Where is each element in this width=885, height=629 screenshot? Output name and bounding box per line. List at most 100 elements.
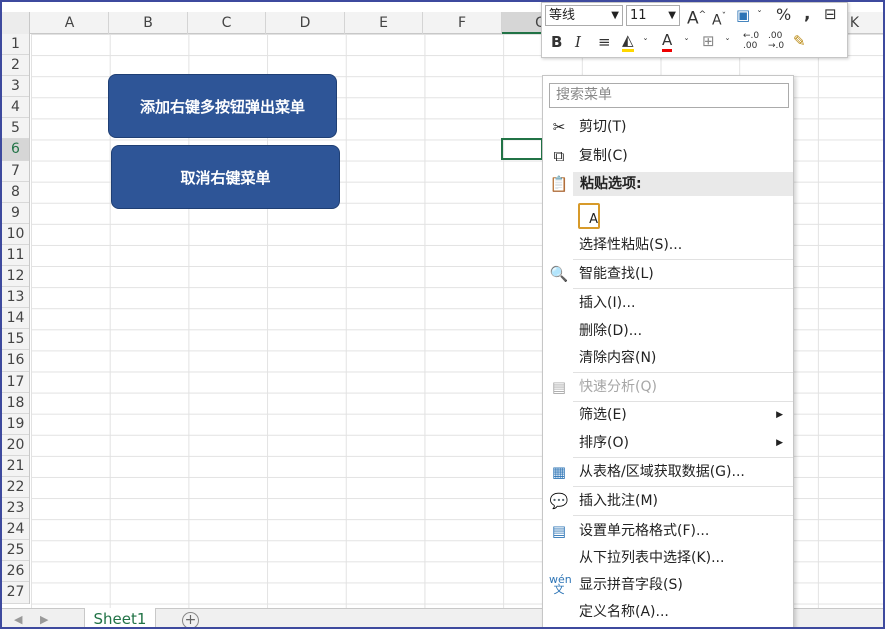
menu-item-cut[interactable]: ✂ 剪切(T) xyxy=(543,115,793,139)
add-sheet-icon[interactable]: + xyxy=(182,612,199,627)
menu-search-input[interactable]: 搜索菜单 xyxy=(549,83,789,108)
comma-style-icon[interactable]: , xyxy=(804,5,810,23)
row-header[interactable]: 11 xyxy=(2,245,29,267)
row-header[interactable]: 26 xyxy=(2,561,29,583)
row-header[interactable]: 5 xyxy=(2,118,29,140)
menu-item-show-phonetic[interactable]: wén 文显示拼音字段(S) xyxy=(543,573,793,597)
column-header-a[interactable]: A xyxy=(31,12,109,34)
active-cell-g6[interactable] xyxy=(501,138,543,160)
format-painter-icon[interactable]: ✎ xyxy=(793,32,806,50)
menu-item-sort[interactable]: 排序(O) ▶ xyxy=(543,431,793,455)
fill-color-icon[interactable]: ◭ xyxy=(622,31,634,52)
menu-separator xyxy=(573,486,793,487)
chevron-down-icon[interactable]: ˇ xyxy=(643,35,648,53)
increase-decimal-icon[interactable]: ←.0.00 xyxy=(743,31,759,51)
row-header[interactable]: 1 xyxy=(2,34,29,56)
accounting-format-icon[interactable]: ▣ xyxy=(736,6,750,24)
font-name-select[interactable]: 等线 ▼ xyxy=(545,5,623,26)
menu-item-paste-special[interactable]: 选择性粘贴(S)... xyxy=(543,233,793,257)
menu-item-label: 粘贴选项: xyxy=(580,176,642,192)
row-header[interactable]: 10 xyxy=(2,224,29,245)
copy-icon: ⧉ xyxy=(553,147,565,165)
font-name-value: 等线 xyxy=(549,8,576,23)
merge-center-icon[interactable]: ⊟ xyxy=(824,5,837,23)
menu-item-format-cells[interactable]: ▤ 设置单元格格式(F)... xyxy=(543,519,793,543)
decrease-font-icon[interactable]: Aˇ xyxy=(712,8,726,30)
row-header[interactable]: 21 xyxy=(2,456,29,477)
prev-sheet-icon[interactable]: ◀ xyxy=(14,613,22,626)
menu-item-copy[interactable]: ⧉ 复制(C) xyxy=(543,144,793,168)
mini-toolbar: 等线 ▼ 11 ▼ A^ Aˇ ▣ ˇ % , ⊟ B I ≡ ◭ ˇ A ˇ ⊞ … xyxy=(541,2,848,58)
row-header[interactable]: 17 xyxy=(2,372,29,393)
paste-text-only-icon[interactable]: A xyxy=(578,203,600,229)
menu-item-insert[interactable]: 插入(I)... xyxy=(543,291,793,315)
menu-item-get-data-from-table[interactable]: ▦ 从表格/区域获取数据(G)... xyxy=(543,460,793,484)
chevron-down-icon[interactable]: ˇ xyxy=(725,35,730,53)
row-header[interactable]: 14 xyxy=(2,308,29,330)
row-header[interactable]: 20 xyxy=(2,435,29,456)
row-header[interactable]: 18 xyxy=(2,393,29,414)
smart-lookup-icon: 🔍 xyxy=(549,265,569,283)
menu-separator xyxy=(573,288,793,289)
align-center-icon[interactable]: ≡ xyxy=(598,33,611,51)
row-header[interactable]: 7 xyxy=(2,161,29,182)
submenu-arrow-icon: ▶ xyxy=(776,410,783,420)
menu-separator xyxy=(573,401,793,402)
chevron-down-icon: ▼ xyxy=(611,10,619,21)
row-header[interactable]: 8 xyxy=(2,182,29,203)
menu-item-label: 快速分析(Q) xyxy=(579,379,657,395)
row-header[interactable]: 15 xyxy=(2,329,29,351)
menu-item-label: 从表格/区域获取数据(G)... xyxy=(579,464,745,480)
font-size-value: 11 xyxy=(630,8,647,23)
row-header[interactable]: 2 xyxy=(2,55,29,77)
chevron-down-icon[interactable]: ˇ xyxy=(757,7,762,25)
column-header-c[interactable]: C xyxy=(188,12,266,34)
column-header-d[interactable]: D xyxy=(266,12,345,34)
next-sheet-icon[interactable]: ▶ xyxy=(40,613,48,626)
menu-item-filter[interactable]: 筛选(E) ▶ xyxy=(543,403,793,427)
menu-item-label: 选择性粘贴(S)... xyxy=(579,237,683,253)
row-header[interactable]: 9 xyxy=(2,203,29,224)
row-header[interactable]: 13 xyxy=(2,287,29,309)
column-header-f[interactable]: F xyxy=(423,12,502,34)
menu-item-label: 清除内容(N) xyxy=(579,350,657,366)
menu-item-insert-comment[interactable]: 💬 插入批注(M) xyxy=(543,489,793,513)
select-all-corner[interactable] xyxy=(2,12,30,34)
increase-font-icon[interactable]: A^ xyxy=(687,6,706,28)
comment-icon: 💬 xyxy=(549,492,569,510)
column-header-b[interactable]: B xyxy=(109,12,188,34)
menu-item-define-name[interactable]: 定义名称(A)... xyxy=(543,600,793,624)
row-header[interactable]: 24 xyxy=(2,519,29,541)
context-menu: 搜索菜单 ✂ 剪切(T) ⧉ 复制(C) 📋 粘贴选项: A 选择性粘贴(S)...… xyxy=(542,75,794,627)
row-header[interactable]: 27 xyxy=(2,582,29,604)
menu-separator xyxy=(573,457,793,458)
decrease-decimal-icon[interactable]: .00 →.0 xyxy=(768,31,784,51)
row-header[interactable]: 22 xyxy=(2,477,29,499)
menu-item-delete[interactable]: 删除(D)... xyxy=(543,319,793,343)
bold-icon[interactable]: B xyxy=(551,33,562,51)
borders-icon[interactable]: ⊞ xyxy=(702,32,715,50)
sheet-tab-sheet1[interactable]: Sheet1 xyxy=(84,608,156,627)
row-header[interactable]: 19 xyxy=(2,414,29,435)
row-header[interactable]: 12 xyxy=(2,266,29,288)
menu-item-label: 插入(I)... xyxy=(579,295,636,311)
chevron-down-icon[interactable]: ˇ xyxy=(684,35,689,53)
font-size-select[interactable]: 11 ▼ xyxy=(626,5,680,26)
row-header[interactable]: 25 xyxy=(2,540,29,562)
font-color-icon[interactable]: A xyxy=(662,31,673,52)
menu-item-pick-from-list[interactable]: 从下拉列表中选择(K)... xyxy=(543,546,793,570)
quick-analysis-icon: ▤ xyxy=(551,378,567,396)
row-header[interactable]: 23 xyxy=(2,498,29,520)
row-header[interactable]: 16 xyxy=(2,350,29,372)
italic-icon[interactable]: I xyxy=(575,33,581,51)
row-header[interactable]: 3 xyxy=(2,76,29,98)
percent-icon[interactable]: % xyxy=(776,6,791,24)
row-header-selected[interactable]: 6 xyxy=(2,139,29,161)
menu-item-label: 筛选(E) xyxy=(579,407,627,423)
row-header[interactable]: 4 xyxy=(2,97,29,119)
menu-item-smart-lookup[interactable]: 🔍 智能查找(L) xyxy=(543,262,793,286)
menu-item-clear-contents[interactable]: 清除内容(N) xyxy=(543,346,793,370)
add-context-menu-button[interactable]: 添加右键多按钮弹出菜单 xyxy=(108,74,337,138)
column-header-e[interactable]: E xyxy=(345,12,423,34)
cancel-context-menu-button[interactable]: 取消右键菜单 xyxy=(111,145,340,209)
